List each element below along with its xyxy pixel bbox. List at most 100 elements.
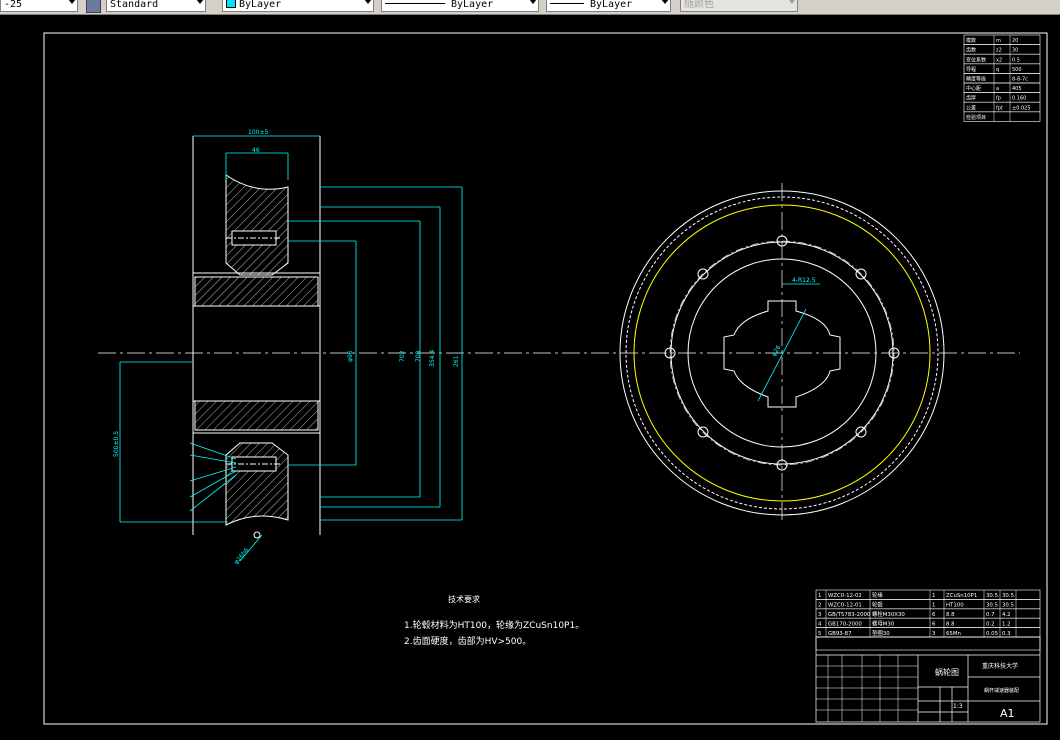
param-row: 检验项目 xyxy=(963,111,1041,122)
dim-top-inner: 46 xyxy=(252,147,260,154)
parts-cell: 8.8 xyxy=(946,621,955,627)
project-name: 蜗杆减速器装配 xyxy=(984,687,1019,694)
scale-value: 1:3 xyxy=(953,703,963,710)
param-row: 中心距 a 405 xyxy=(963,82,1041,93)
color-swatch-icon xyxy=(226,0,236,8)
parts-cell: 1.2 xyxy=(1002,621,1011,627)
text-style-icon[interactable] xyxy=(86,0,101,13)
dim-radius: 4-R12.5 xyxy=(792,277,816,284)
dim-center: φ26 xyxy=(771,344,783,358)
parts-cell: GB/T5783-2000 xyxy=(828,612,871,618)
drawing-name: 蜗轮图 xyxy=(935,667,959,677)
chevron-down-icon[interactable] xyxy=(364,0,372,4)
drawing-canvas[interactable]: 100±5 46 φ96 702 708 354.4 261 500±0.5 φ… xyxy=(0,15,1060,736)
param-row: 公差 fpt ±0.025 xyxy=(963,101,1041,113)
parts-cell: 30.5 xyxy=(986,603,998,609)
param-cell: 0.5 xyxy=(1012,57,1020,63)
parts-cell: 4 xyxy=(818,621,822,627)
param-row: 模数 m 20 xyxy=(963,34,1041,45)
dim-diam-1: φ96 xyxy=(347,350,354,362)
param-cell: 0.160 xyxy=(1012,96,1026,102)
drawing-svg[interactable]: 100±5 46 φ96 702 708 354.4 261 500±0.5 φ… xyxy=(0,15,1060,736)
param-cell: q xyxy=(996,67,999,73)
chevron-down-icon[interactable] xyxy=(68,0,76,4)
text-style-combo[interactable]: Standard xyxy=(106,0,206,12)
parts-cell: 65Mn xyxy=(946,631,961,637)
parts-cell: 4.2 xyxy=(1002,612,1011,618)
param-cell: 变位系数 xyxy=(966,56,986,63)
sheet-size: A1 xyxy=(1000,707,1015,720)
parts-cell: ZCuSn10P1 xyxy=(946,593,977,599)
parts-cell: 1 xyxy=(932,593,935,599)
param-cell: m xyxy=(996,38,1001,44)
linetype-sample-icon xyxy=(385,3,445,4)
parameter-table: 模数 m 20 齿数 z2 30 变位系数 x2 0.5 导程 q 500 精度等级 8-8-7c 中心距 a… xyxy=(963,34,1041,122)
parts-header-row xyxy=(815,636,1041,651)
param-cell: 中心距 xyxy=(966,85,981,92)
param-cell: a xyxy=(996,86,999,92)
tech-req-line1: 1.轮毂材料为HT100，轮缘为ZCuSn10P1。 xyxy=(404,619,584,631)
tech-req-line2: 2.齿面硬度，齿部为HV>500。 xyxy=(404,635,531,647)
parts-cell: GB93-87 xyxy=(828,631,852,637)
parts-row: 4 GB170-2000 螺母M30 6 8.8 0.2 1.2 xyxy=(815,617,1041,628)
parts-cell: 0.2 xyxy=(986,621,995,627)
properties-toolbar: -25 Standard ByLayer ByLayer ByLayer 随颜色 xyxy=(0,0,1060,15)
parts-cell: WZC0-12-02 xyxy=(828,593,862,599)
chevron-down-icon[interactable] xyxy=(661,0,669,4)
parts-cell: 0.3 xyxy=(1002,631,1011,637)
parts-cell: 6 xyxy=(932,621,936,627)
parts-cell: 5 xyxy=(818,631,821,637)
color-combo[interactable]: ByLayer xyxy=(222,0,374,12)
color-value: ByLayer xyxy=(239,0,282,10)
dim-diam-3: 708 xyxy=(415,350,422,362)
param-row: 精度等级 8-8-7c xyxy=(963,73,1041,84)
param-cell: 导程 xyxy=(966,66,976,73)
lineweight-sample-icon xyxy=(550,3,584,4)
school-name: 重庆科技大学 xyxy=(982,662,1018,670)
chevron-down-icon[interactable] xyxy=(529,0,537,4)
parts-cell: 螺母M30 xyxy=(872,619,895,627)
text-style-value: Standard xyxy=(110,0,159,10)
parts-cell: WZC0-12-01 xyxy=(828,603,862,609)
parts-cell: 0.7 xyxy=(986,612,995,618)
parts-cell: 3 xyxy=(818,612,821,618)
param-cell: 405 xyxy=(1012,86,1022,92)
param-cell: fp xyxy=(996,96,1001,102)
dim-top-outer: 100±5 xyxy=(248,129,268,136)
dim-diam-5: 261 xyxy=(453,355,460,367)
parts-cell: 1 xyxy=(932,603,935,609)
parts-cell: 垫圈30 xyxy=(872,629,890,637)
param-cell: ±0.025 xyxy=(1012,105,1031,111)
param-row: 齿厚 fp 0.160 xyxy=(963,92,1041,103)
chevron-down-icon[interactable] xyxy=(196,0,204,4)
parts-list: 5 GB93-87 垫圈30 3 65Mn 0.05 0.3 4 GB170-2000 螺母M30… xyxy=(815,589,1041,651)
chevron-down-icon xyxy=(788,0,796,4)
parts-cell: 0.05 xyxy=(986,631,998,637)
param-cell: 公差 xyxy=(966,104,976,111)
param-cell: 500 xyxy=(1012,67,1022,73)
linetype-combo[interactable]: ByLayer xyxy=(381,0,539,12)
param-cell: 齿数 xyxy=(966,47,976,54)
title-block-text: 蜗轮图 重庆科技大学 蜗杆减速器装配 A1 1:3 xyxy=(935,662,1019,720)
parts-row: 1 WZC0-12-02 轮缘 1 ZCuSn10P1 30.5 30.5 xyxy=(815,589,1041,600)
param-row: 齿数 z2 30 xyxy=(963,44,1041,55)
parts-row: 5 GB93-87 垫圈30 3 65Mn 0.05 0.3 xyxy=(815,627,1041,638)
plotstyle-combo: 随颜色 xyxy=(680,0,798,12)
dim-diam-4: 354.4 xyxy=(429,350,436,367)
lineweight-combo[interactable]: ByLayer xyxy=(546,0,671,12)
dimstyle-combo[interactable]: -25 xyxy=(0,0,78,12)
param-cell: 检验项目 xyxy=(966,114,986,121)
parts-cell: 30.5 xyxy=(986,593,998,599)
plotstyle-value: 随颜色 xyxy=(684,0,714,10)
parts-cell: 1 xyxy=(818,593,821,599)
parts-cell: 30.5 xyxy=(1002,593,1014,599)
param-cell: 精度等级 xyxy=(966,76,986,83)
param-row: 导程 q 500 xyxy=(963,63,1041,74)
left-section-view xyxy=(192,136,321,539)
parts-cell: 8.8 xyxy=(946,612,955,618)
parts-row: 2 WZC0-12-01 轮毂 1 HT100 30.5 30.5 xyxy=(815,599,1041,610)
lineweight-value: ByLayer xyxy=(590,0,633,10)
param-cell: fpt xyxy=(996,105,1003,111)
dim-left: 500±0.5 xyxy=(113,431,120,457)
tech-req-title: 技术要求 xyxy=(448,594,480,604)
